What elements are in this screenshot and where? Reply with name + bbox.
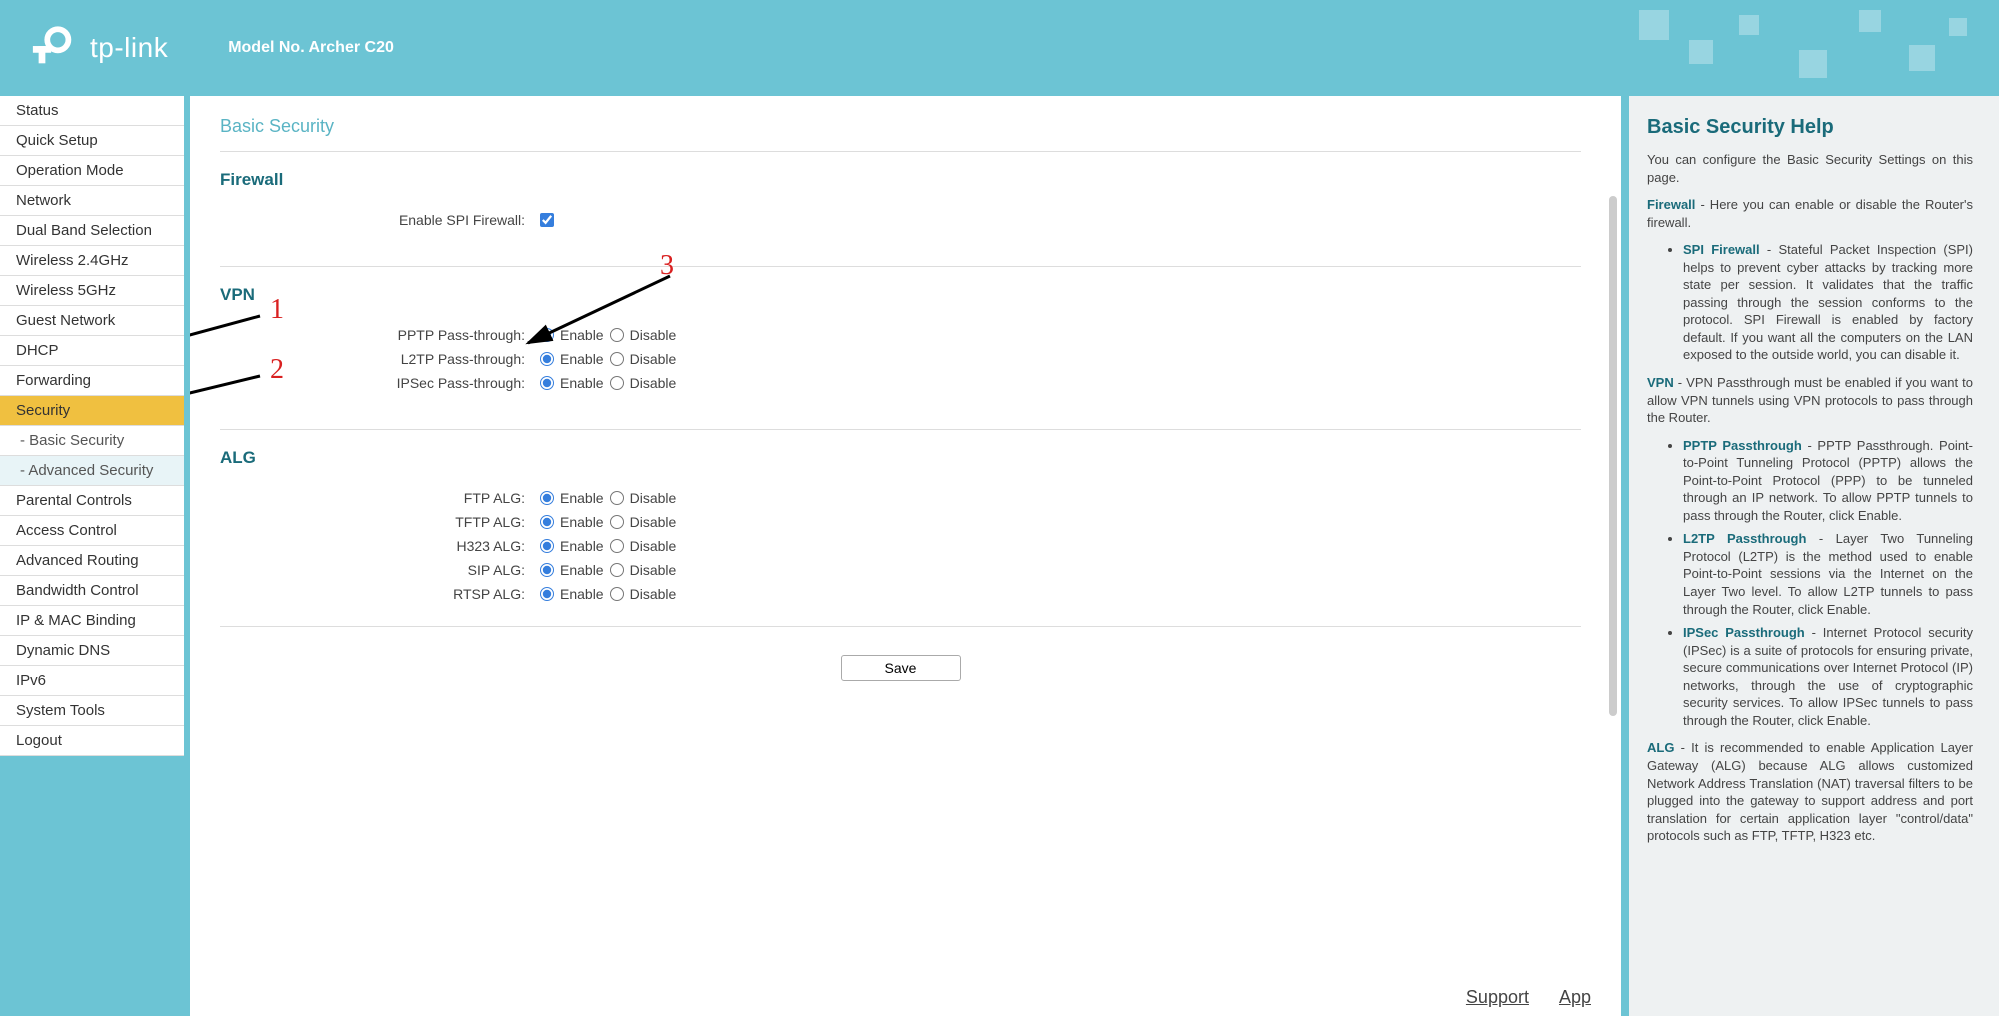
sip-alg-label: SIP ALG: <box>220 562 540 578</box>
sip-enable-radio[interactable] <box>540 563 554 577</box>
tftp-disable-radio[interactable] <box>610 515 624 529</box>
sidebar-item-dual-band[interactable]: Dual Band Selection <box>0 216 184 246</box>
main-content: Basic Security Firewall Enable SPI Firew… <box>190 96 1621 1016</box>
help-pptp: PPTP Passthrough - PPTP Passthrough. Poi… <box>1683 437 1973 525</box>
app-link[interactable]: App <box>1559 987 1591 1008</box>
help-title: Basic Security Help <box>1647 116 1973 139</box>
help-l2tp: L2TP Passthrough - Layer Two Tunneling P… <box>1683 530 1973 618</box>
sidebar-item-parental[interactable]: Parental Controls <box>0 486 184 516</box>
divider <box>220 151 1581 152</box>
help-vpn: VPN - VPN Passthrough must be enabled if… <box>1647 374 1973 427</box>
tp-link-logo-icon <box>30 23 90 74</box>
ipsec-disable-radio[interactable] <box>610 376 624 390</box>
l2tp-disable-radio[interactable] <box>610 352 624 366</box>
page-title: Basic Security <box>220 116 1581 137</box>
sidebar-item-bandwidth[interactable]: Bandwidth Control <box>0 576 184 606</box>
rtsp-enable-radio[interactable] <box>540 587 554 601</box>
pptp-label: PPTP Pass-through: <box>220 327 540 343</box>
sidebar-item-ip-mac[interactable]: IP & MAC Binding <box>0 606 184 636</box>
help-panel: Basic Security Help You can configure th… <box>1629 96 1999 1016</box>
help-ipsec: IPSec Passthrough - Internet Protocol se… <box>1683 624 1973 729</box>
h323-alg-label: H323 ALG: <box>220 538 540 554</box>
vpn-heading: VPN <box>220 285 1581 305</box>
header: tp-link Model No. Archer C20 <box>0 0 1999 96</box>
sidebar-item-operation-mode[interactable]: Operation Mode <box>0 156 184 186</box>
sidebar-item-security[interactable]: Security <box>0 396 184 426</box>
sidebar-item-forwarding[interactable]: Forwarding <box>0 366 184 396</box>
sidebar-item-dhcp[interactable]: DHCP <box>0 336 184 366</box>
help-intro: You can configure the Basic Security Set… <box>1647 151 1973 186</box>
pptp-enable-radio[interactable] <box>540 328 554 342</box>
scrollbar[interactable] <box>1609 196 1617 716</box>
model-number: Model No. Archer C20 <box>228 39 394 57</box>
spi-firewall-label: Enable SPI Firewall: <box>220 212 540 228</box>
h323-disable-radio[interactable] <box>610 539 624 553</box>
sidebar-item-wireless-24[interactable]: Wireless 2.4GHz <box>0 246 184 276</box>
rtsp-disable-radio[interactable] <box>610 587 624 601</box>
sidebar-item-quick-setup[interactable]: Quick Setup <box>0 126 184 156</box>
firewall-heading: Firewall <box>220 170 1581 190</box>
sidebar-item-network[interactable]: Network <box>0 186 184 216</box>
tftp-enable-radio[interactable] <box>540 515 554 529</box>
sip-disable-radio[interactable] <box>610 563 624 577</box>
sidebar-item-guest-network[interactable]: Guest Network <box>0 306 184 336</box>
pptp-disable-radio[interactable] <box>610 328 624 342</box>
alg-heading: ALG <box>220 448 1581 468</box>
ipsec-label: IPSec Pass-through: <box>220 375 540 391</box>
sidebar-item-ipv6[interactable]: IPv6 <box>0 666 184 696</box>
sidebar-item-wireless-5[interactable]: Wireless 5GHz <box>0 276 184 306</box>
h323-enable-radio[interactable] <box>540 539 554 553</box>
save-button[interactable]: Save <box>841 655 961 681</box>
ipsec-enable-radio[interactable] <box>540 376 554 390</box>
sidebar-item-system-tools[interactable]: System Tools <box>0 696 184 726</box>
ftp-enable-radio[interactable] <box>540 491 554 505</box>
brand-text: tp-link <box>90 32 168 64</box>
help-firewall: Firewall - Here you can enable or disabl… <box>1647 196 1973 231</box>
l2tp-label: L2TP Pass-through: <box>220 351 540 367</box>
header-decoration <box>1599 0 1999 96</box>
sidebar-item-access-control[interactable]: Access Control <box>0 516 184 546</box>
l2tp-enable-radio[interactable] <box>540 352 554 366</box>
sidebar-item-dynamic-dns[interactable]: Dynamic DNS <box>0 636 184 666</box>
sidebar: Status Quick Setup Operation Mode Networ… <box>0 96 184 1016</box>
help-spi: SPI Firewall - Stateful Packet Inspectio… <box>1683 241 1973 364</box>
sidebar-item-status[interactable]: Status <box>0 96 184 126</box>
sidebar-item-advanced-routing[interactable]: Advanced Routing <box>0 546 184 576</box>
sidebar-item-basic-security[interactable]: - Basic Security <box>0 426 184 456</box>
tftp-alg-label: TFTP ALG: <box>220 514 540 530</box>
divider <box>220 266 1581 267</box>
spi-firewall-checkbox[interactable] <box>540 213 554 227</box>
logo: tp-link <box>30 23 168 74</box>
help-alg: ALG - It is recommended to enable Applic… <box>1647 739 1973 844</box>
ftp-disable-radio[interactable] <box>610 491 624 505</box>
divider <box>220 626 1581 627</box>
ftp-alg-label: FTP ALG: <box>220 490 540 506</box>
sidebar-item-advanced-security[interactable]: - Advanced Security <box>0 456 184 486</box>
rtsp-alg-label: RTSP ALG: <box>220 586 540 602</box>
divider <box>220 429 1581 430</box>
support-link[interactable]: Support <box>1466 987 1529 1008</box>
sidebar-item-logout[interactable]: Logout <box>0 726 184 756</box>
